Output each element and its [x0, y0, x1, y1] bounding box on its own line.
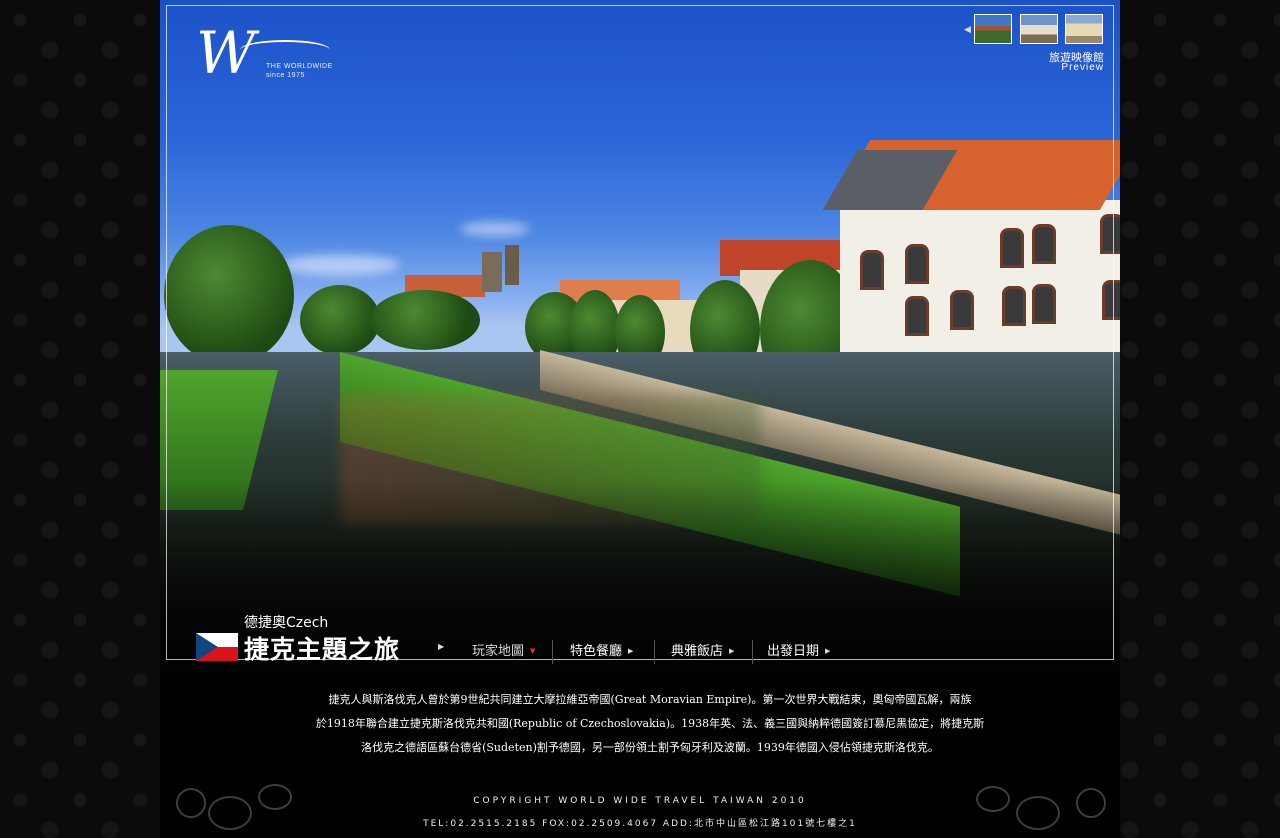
footer: COPYRIGHT WORLD WIDE TRAVEL TAIWAN 2010 … — [160, 782, 1120, 838]
logo-swoosh-icon — [240, 40, 330, 60]
intro-line: 於1918年聯合建立捷克斯洛伐克共和國(Republic of Czechosl… — [315, 717, 985, 730]
gallery-subtitle[interactable]: Preview — [1042, 62, 1104, 73]
intro-line: 洛伐克之德語區蘇台德省(Sudeten)割予德國，另一部份領土割予匈牙利及波蘭。… — [361, 741, 939, 754]
gallery-thumb[interactable] — [1065, 14, 1103, 44]
logo-text-line1: THE WORLDWIDE — [266, 63, 333, 70]
intro-line: 捷克人與斯洛伐克人曾於第9世紀共同建立大摩拉維亞帝國(Great Moravia… — [328, 693, 972, 706]
nav-item-restaurants[interactable]: 特色餐廳 ▶ — [570, 640, 633, 664]
ornament-right-icon — [956, 782, 1112, 838]
tour-title: 捷克主題之旅 — [244, 635, 401, 664]
nav-item-departure-dates[interactable]: 出發日期 ▶ — [767, 640, 830, 664]
logo-text: THE WORLDWIDE since 1975 — [266, 62, 333, 80]
brand-logo[interactable]: W THE WORLDWIDE since 1975 — [196, 24, 336, 84]
triangle-down-icon: ▼ — [530, 647, 536, 655]
nav-divider — [654, 640, 655, 664]
tour-subtitle: 德捷奧Czech — [244, 615, 329, 631]
gallery-thumb[interactable] — [974, 14, 1012, 44]
page: W THE WORLDWIDE since 1975 ◀ 旅遊映像館 Previ… — [160, 0, 1120, 838]
logo-text-line2: since 1975 — [266, 72, 305, 79]
intro-text: 捷克人與斯洛伐克人曾於第9世紀共同建立大摩拉維亞帝國(Great Moravia… — [300, 688, 1000, 760]
arrow-right-icon: ▶ — [438, 642, 445, 651]
ornament-left-icon — [168, 782, 324, 838]
nav-item-hotels[interactable]: 典雅飯店 ▶ — [671, 640, 734, 664]
nav-label: 玩家地圖 — [472, 644, 525, 659]
nav-label: 出發日期 — [767, 644, 820, 659]
contact-info: TEL:02.2515.2185 FOX:02.2509.4067 ADD:北市… — [423, 819, 857, 829]
copyright-text: COPYRIGHT WORLD WIDE TRAVEL TAIWAN 2010 — [473, 796, 807, 806]
nav-divider — [752, 640, 753, 664]
triangle-right-icon: ▶ — [628, 647, 634, 655]
arrow-left-icon[interactable]: ◀ — [964, 25, 971, 35]
nav-divider — [552, 640, 553, 664]
nav-label: 典雅飯店 — [671, 644, 724, 659]
gallery-thumb[interactable] — [1020, 14, 1058, 44]
nav-item-map[interactable]: 玩家地圖 ▼ — [472, 640, 535, 664]
triangle-right-icon: ▶ — [729, 647, 735, 655]
czech-flag-icon — [196, 633, 238, 661]
nav-label: 特色餐廳 — [570, 644, 623, 659]
triangle-right-icon: ▶ — [825, 647, 831, 655]
